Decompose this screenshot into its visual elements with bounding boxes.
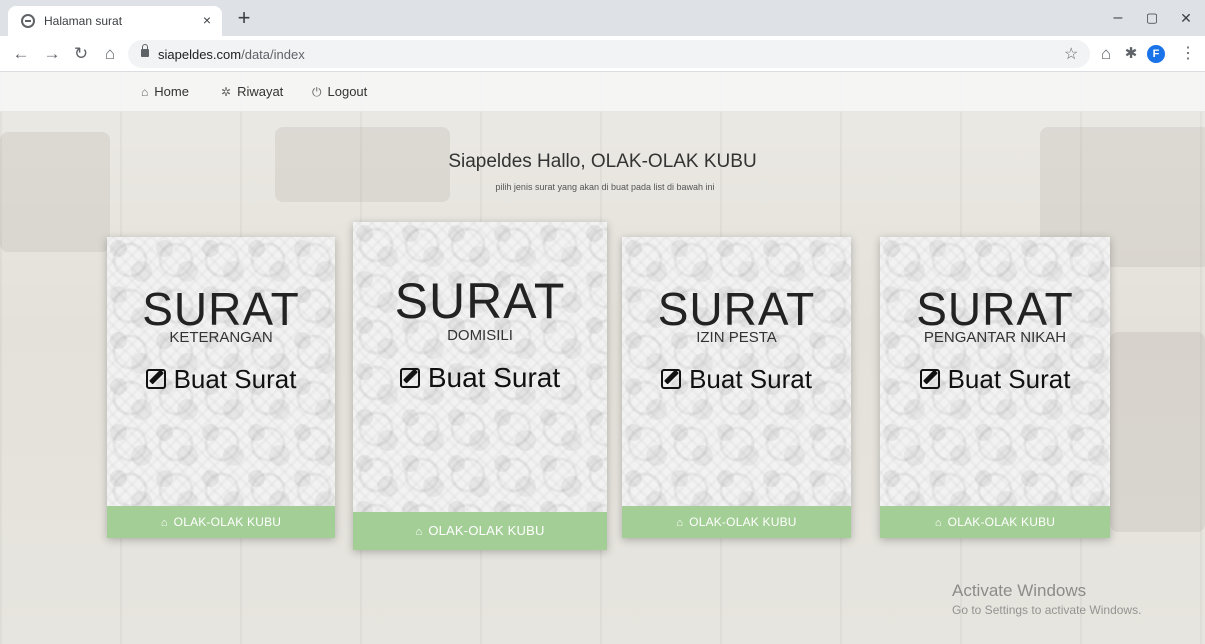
- edit-icon: [919, 369, 940, 389]
- url-text[interactable]: siapeldes.com/data/index: [158, 47, 305, 62]
- site-navbar: ⌂ Home ✲ Riwayat ⏻ Logout: [0, 72, 1205, 112]
- new-tab-button[interactable]: +: [232, 7, 256, 31]
- address-bar[interactable]: siapeldes.com/data/index ☆: [128, 40, 1090, 68]
- puzzle-icon[interactable]: ✱: [1121, 44, 1141, 64]
- card-subtitle: PENGANTAR NIKAH: [923, 329, 1067, 346]
- card-surat-izin-pesta[interactable]: SURAT IZIN PESTA Buat Surat ⌂ OLAK-OLAK K…: [622, 237, 851, 538]
- card-title: SURAT: [916, 283, 1074, 335]
- reload-icon[interactable]: ↻: [70, 43, 92, 65]
- page-subtitle: pilih jenis surat yang akan di buat pada…: [495, 182, 715, 192]
- kebab-menu-icon[interactable]: ⋮: [1178, 44, 1198, 64]
- nav-logout-link[interactable]: ⏻ Logout: [312, 84, 367, 100]
- card-footer-link[interactable]: ⌂ OLAK-OLAK KUBU: [107, 506, 335, 538]
- nav-riwayat-label: Riwayat: [237, 84, 284, 99]
- create-letter-button[interactable]: Buat Surat: [107, 364, 335, 395]
- nav-home-link[interactable]: ⌂ Home: [141, 84, 189, 99]
- card-footer-label: OLAK-OLAK KUBU: [173, 515, 282, 529]
- card-surat-keterangan[interactable]: SURAT KETERANGAN Buat Surat ⌂ OLAK-OLAK K…: [107, 237, 335, 538]
- back-arrow-icon[interactable]: ←: [10, 43, 32, 65]
- background-decoration: [1110, 332, 1205, 532]
- globe-icon: [21, 14, 35, 28]
- create-letter-label: Buat Surat: [689, 364, 812, 394]
- edit-icon: [661, 369, 682, 389]
- page-title: Siapeldes Hallo, OLAK-OLAK KUBU: [448, 151, 757, 172]
- home-icon: ⌂: [415, 526, 423, 538]
- card-surat-pengantar-nikah[interactable]: SURAT PENGANTAR NIKAH Buat Surat ⌂ OLAK-O…: [880, 237, 1110, 538]
- browser-tabstrip: Halaman surat × + – ▢ ✕: [0, 0, 1205, 36]
- browser-tab[interactable]: Halaman surat ×: [8, 6, 222, 36]
- activation-watermark-subtitle: Go to Settings to activate Windows.: [952, 603, 1142, 617]
- card-title: SURAT: [394, 273, 566, 329]
- card-subtitle: IZIN PESTA: [696, 329, 777, 346]
- card-surat-domisili[interactable]: SURAT DOMISILI Buat Surat ⌂ OLAK-OLAK KUB…: [353, 222, 607, 550]
- background-decoration: [0, 132, 110, 252]
- create-letter-button[interactable]: Buat Surat: [622, 364, 851, 395]
- create-letter-label: Buat Surat: [427, 362, 561, 393]
- home-icon: ⌂: [934, 517, 942, 529]
- lock-icon[interactable]: [141, 44, 149, 57]
- card-footer-label: OLAK-OLAK KUBU: [947, 515, 1056, 529]
- home-icon[interactable]: ⌂: [1096, 44, 1116, 64]
- home-icon[interactable]: ⌂: [99, 43, 121, 65]
- create-letter-label: Buat Surat: [947, 364, 1071, 394]
- card-subtitle: DOMISILI: [447, 327, 513, 344]
- star-icon[interactable]: ☆: [1064, 44, 1078, 64]
- minimize-button[interactable]: –: [1104, 6, 1132, 30]
- page-viewport: ⌂ Home ✲ Riwayat ⏻ Logout Siapeldes Hallo, …: [0, 72, 1205, 644]
- url-path: /data/index: [241, 47, 305, 62]
- nav-home-label: Home: [154, 84, 189, 99]
- create-letter-button[interactable]: Buat Surat: [880, 364, 1110, 395]
- avatar[interactable]: F: [1147, 45, 1165, 63]
- gear-icon: ✲: [221, 85, 232, 99]
- browser-toolbar: ← → ↻ ⌂ siapeldes.com/data/index ☆ ⌂ ✱ F…: [0, 36, 1205, 72]
- edit-icon: [145, 369, 166, 389]
- url-domain: siapeldes.com: [158, 47, 242, 62]
- create-letter-button[interactable]: Buat Surat: [353, 362, 607, 394]
- create-letter-label: Buat Surat: [173, 364, 297, 394]
- restore-button[interactable]: ▢: [1138, 6, 1166, 30]
- nav-logout-label: Logout: [327, 84, 368, 99]
- card-footer-label: OLAK-OLAK KUBU: [689, 515, 797, 529]
- card-subtitle: KETERANGAN: [169, 329, 273, 346]
- power-icon: ⏻: [312, 85, 322, 99]
- forward-arrow-icon[interactable]: →: [41, 43, 63, 65]
- nav-riwayat-link[interactable]: ✲ Riwayat: [221, 84, 283, 99]
- home-icon: ⌂: [160, 517, 168, 529]
- card-footer-link[interactable]: ⌂ OLAK-OLAK KUBU: [353, 512, 607, 550]
- card-title: SURAT: [142, 283, 300, 335]
- tab-title: Halaman surat: [44, 14, 123, 28]
- card-footer-link[interactable]: ⌂ OLAK-OLAK KUBU: [622, 506, 851, 538]
- close-window-button[interactable]: ✕: [1172, 6, 1200, 30]
- tab-close-button[interactable]: ×: [198, 11, 216, 29]
- activation-watermark-title: Activate Windows: [952, 581, 1087, 600]
- home-icon: ⌂: [141, 85, 149, 99]
- card-footer-label: OLAK-OLAK KUBU: [428, 523, 545, 538]
- home-icon: ⌂: [676, 517, 684, 529]
- card-title: SURAT: [657, 283, 816, 335]
- edit-icon: [399, 368, 420, 388]
- card-footer-link[interactable]: ⌂ OLAK-OLAK KUBU: [880, 506, 1110, 538]
